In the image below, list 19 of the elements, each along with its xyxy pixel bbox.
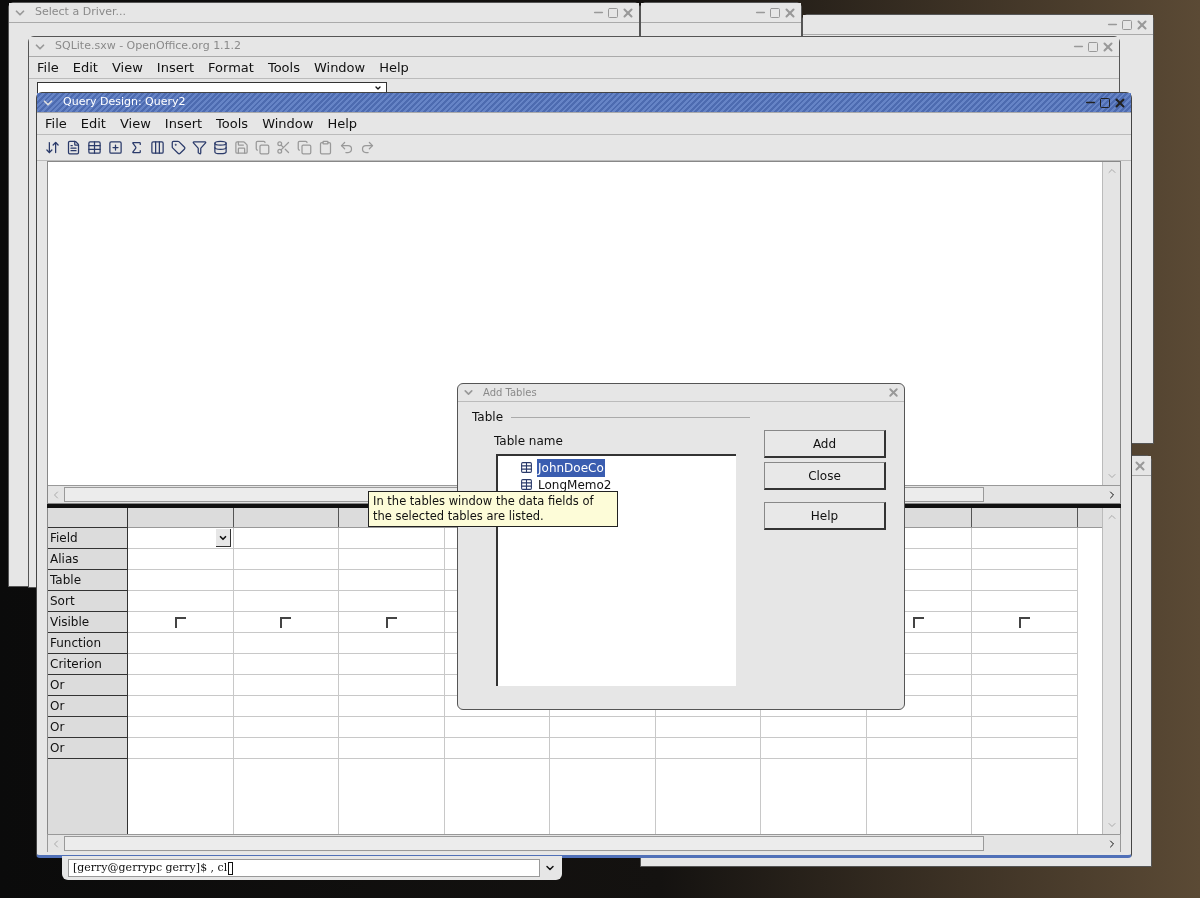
group-label: Table bbox=[472, 409, 504, 426]
tooltip: In the tables window the data fields of the selected tables are listed. bbox=[368, 491, 618, 527]
row-header: Or bbox=[48, 717, 127, 738]
window-title: Query Design: Query2 bbox=[63, 94, 186, 111]
row-header: Or bbox=[48, 696, 127, 717]
row-header: Field bbox=[48, 528, 127, 549]
row-header: Visible bbox=[48, 612, 127, 633]
row-header: Sort bbox=[48, 591, 127, 612]
row-header: Or bbox=[48, 675, 127, 696]
list-label: Table name bbox=[494, 433, 564, 450]
window-title: SQLite.sxw - OpenOffice.org 1.1.2 bbox=[55, 38, 242, 55]
row-header: Function bbox=[48, 633, 127, 654]
row-header: Table bbox=[48, 570, 127, 591]
row-header: Criterion bbox=[48, 654, 127, 675]
row-header: Or bbox=[48, 738, 127, 759]
row-header: Alias bbox=[48, 549, 127, 570]
dialog-title: Add Tables bbox=[483, 386, 537, 400]
window-title: Select a Driver... bbox=[35, 4, 126, 21]
command-text: [gerry@gerrypc gerry]$ , cl bbox=[73, 859, 228, 876]
